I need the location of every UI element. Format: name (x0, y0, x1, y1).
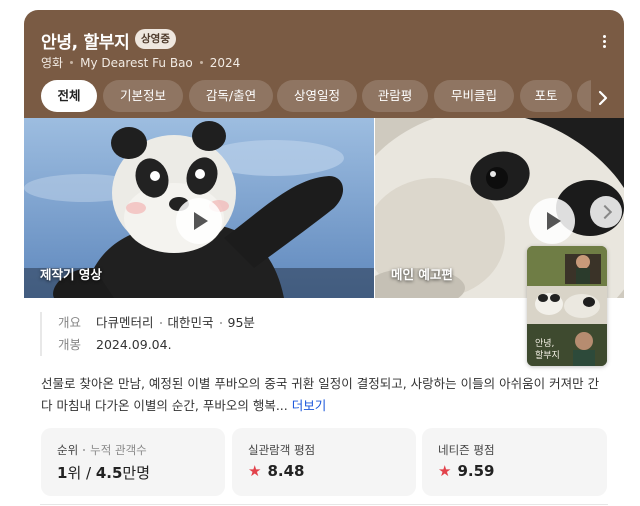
svg-text:할부지: 할부지 (535, 350, 560, 361)
video-label-main-trailer: 메인 예고편 (391, 267, 453, 282)
meta-separator (199, 61, 203, 64)
rank-label: 순위 누적 관객수 (57, 442, 147, 458)
tab-photos[interactable]: 포토 (520, 80, 572, 112)
section-divider (40, 504, 608, 505)
release-key: 개봉 (58, 337, 82, 352)
genre[interactable]: 다큐멘터리 (96, 312, 154, 334)
audience-rating-label: 실관람객 평점 (248, 443, 316, 457)
tab-schedule[interactable]: 상영일정 (277, 80, 357, 112)
video-making-of[interactable]: 제작기 영상 (24, 118, 374, 298)
runtime: 95분 (227, 315, 255, 330)
separator (219, 322, 222, 324)
star-icon: ★ (438, 462, 452, 480)
netizen-rating-value: ★ 9.59 (438, 462, 494, 480)
rank-label-text: 순위 (57, 443, 79, 457)
play-icon[interactable] (529, 198, 575, 244)
star-icon: ★ (248, 462, 262, 480)
release-date: 2024.09.04. (96, 337, 172, 352)
rank-number: 1 (57, 463, 68, 482)
meta-year: 2024 (209, 55, 241, 70)
audience-label-text: 누적 관객수 (90, 443, 147, 457)
rank-value: 1위 / 4.5 만명 (57, 462, 150, 483)
value-divider: / (81, 463, 96, 482)
tab-basic-info[interactable]: 기본정보 (103, 80, 183, 112)
tab-movie-clips[interactable]: 무비클립 (434, 80, 514, 112)
more-options-button[interactable] (596, 32, 612, 50)
meta-english-title: My Dearest Fu Bao (80, 55, 193, 70)
synopsis: 선물로 찾아온 만남, 예정된 이별 푸바오의 중국 귀환 일정이 결정되고, … (41, 373, 601, 417)
movie-card: 안녕, 할부지 상영중 영화 My Dearest Fu Bao 2024 전체… (24, 10, 624, 506)
tab-director-cast[interactable]: 감독/출연 (189, 80, 273, 112)
info-rows: 개요 다큐멘터리 대한민국 95분 개봉 2024.09.04. (40, 312, 255, 356)
now-showing-badge: 상영중 (135, 29, 176, 49)
netizen-rating-card[interactable]: 네티즌 평점 ★ 9.59 (422, 428, 607, 496)
audience-rating-value: ★ 8.48 (248, 462, 304, 480)
overview-row: 개요 다큐멘터리 대한민국 95분 (58, 312, 255, 334)
country[interactable]: 대한민국 (168, 312, 214, 334)
tab-bar: 전체 기본정보 감독/출연 상영일정 관람평 무비클립 포토 (41, 80, 591, 112)
meta-separator (70, 61, 74, 64)
audience-rating-score: 8.48 (267, 462, 305, 480)
tab-reviews[interactable]: 관람평 (362, 80, 428, 112)
audience-unit: 만명 (122, 464, 151, 482)
synopsis-more-link[interactable]: 더보기 (292, 398, 327, 413)
stats-row: 순위 누적 관객수 1위 / 4.5 만명 실관람객 평점 ★ 8.48 네티즌 … (41, 428, 607, 496)
play-icon[interactable] (176, 198, 222, 244)
svg-text:안녕,: 안녕, (535, 338, 554, 349)
audience-number: 4.5 (95, 463, 123, 482)
movie-header: 안녕, 할부지 상영중 영화 My Dearest Fu Bao 2024 전체… (24, 10, 624, 118)
movie-meta: 영화 My Dearest Fu Bao 2024 (41, 54, 240, 71)
overview-value: 다큐멘터리 대한민국 95분 (96, 312, 255, 334)
release-row: 개봉 2024.09.04. (58, 334, 255, 356)
rank-unit: 위 (67, 464, 82, 482)
video-label-making-of: 제작기 영상 (40, 267, 102, 282)
tab-overflow[interactable] (577, 80, 591, 112)
separator (159, 322, 162, 324)
netizen-rating-label: 네티즌 평점 (438, 443, 495, 457)
tab-all[interactable]: 전체 (41, 80, 97, 112)
netizen-rating-score: 9.59 (457, 462, 495, 480)
carousel-next-button[interactable] (590, 196, 622, 228)
separator (83, 449, 86, 451)
rank-stat-card[interactable]: 순위 누적 관객수 1위 / 4.5 만명 (41, 428, 225, 496)
meta-type: 영화 (41, 56, 64, 70)
movie-poster[interactable]: 안녕, 할부지 (527, 246, 607, 366)
audience-rating-card[interactable]: 실관람객 평점 ★ 8.48 (232, 428, 416, 496)
tabs-next-icon[interactable] (594, 89, 612, 107)
movie-title[interactable]: 안녕, 할부지 (41, 28, 130, 53)
overview-key: 개요 (58, 315, 82, 330)
